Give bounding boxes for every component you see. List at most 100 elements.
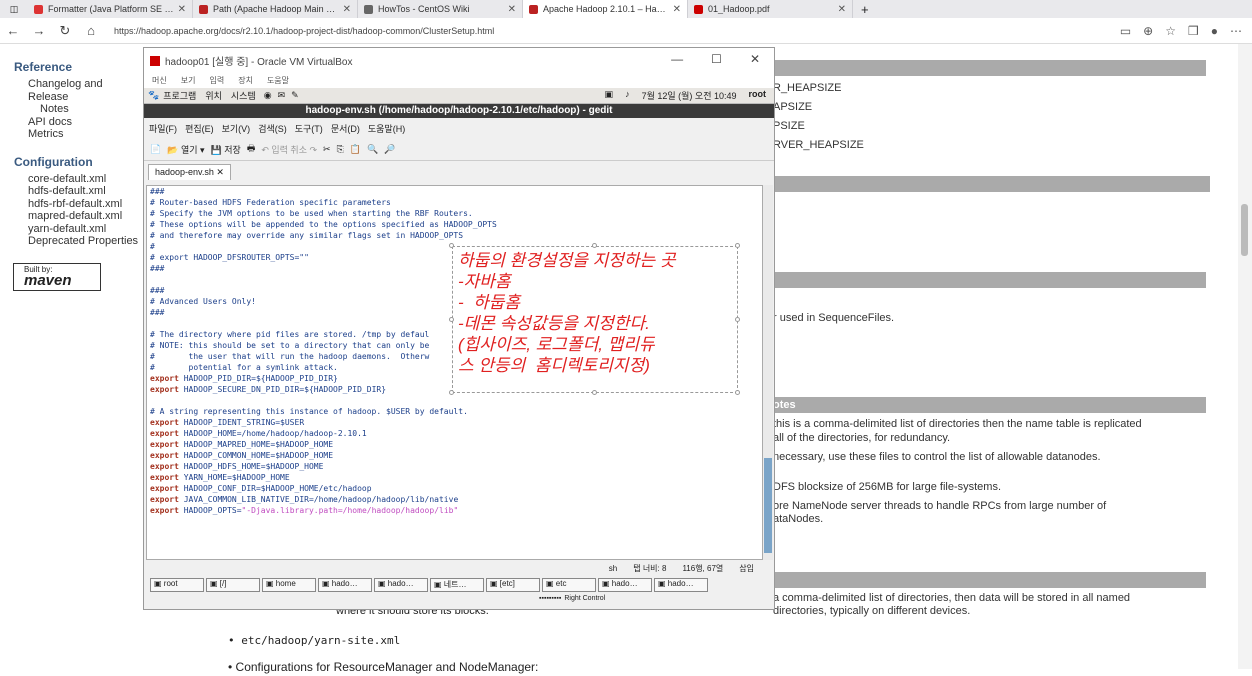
forward-icon[interactable]: → [26, 23, 52, 38]
sidebar-link[interactable]: hdfs-default.xml [28, 185, 145, 198]
copy-icon[interactable]: ⎘ [337, 144, 344, 155]
taskbar-item[interactable]: ▣ 네트… [430, 578, 484, 592]
resize-handle[interactable] [449, 317, 454, 322]
tab-actions-icon[interactable]: ◫ [0, 4, 28, 15]
new-icon[interactable]: 📄 [150, 144, 161, 155]
collections-icon[interactable]: ❒ [1188, 24, 1199, 38]
menu-item[interactable]: 보기(V) [222, 122, 251, 135]
home-icon[interactable]: ⌂ [78, 23, 104, 38]
print-icon[interactable]: 🖶 [247, 141, 256, 157]
taskbar-item[interactable]: ▣ home [262, 578, 316, 592]
file-tab[interactable]: hadoop-env.sh ✕ [148, 164, 231, 180]
sidebar-link[interactable]: core-default.xml [28, 173, 145, 186]
close-tab-icon[interactable]: ✕ [178, 4, 186, 15]
resize-handle[interactable] [449, 243, 454, 248]
save-button[interactable]: 💾 저장 [211, 143, 241, 156]
taskbar-item[interactable]: ▣ hado… [318, 578, 372, 592]
menu-item[interactable]: 도움말 [267, 75, 289, 86]
maximize-icon[interactable]: ☐ [711, 52, 722, 66]
sidebar-link[interactable]: Deprecated Properties [28, 235, 145, 248]
close-tab-icon[interactable]: ✕ [343, 4, 351, 15]
menu-item[interactable]: 편집(E) [185, 122, 214, 135]
menu-item[interactable]: 보기 [181, 75, 196, 86]
menu-item[interactable]: 검색(S) [258, 122, 287, 135]
close-tab-icon[interactable]: ✕ [508, 4, 516, 15]
new-tab-icon[interactable]: + [861, 2, 869, 17]
close-tab-icon[interactable]: ✕ [673, 4, 681, 15]
firefox-icon[interactable]: ◉ [264, 90, 272, 101]
table-header-bar [765, 60, 1206, 76]
taskbar-item[interactable]: ▣ hado… [374, 578, 428, 592]
profile-icon[interactable]: ● [1211, 24, 1218, 38]
notes-icon[interactable]: ✎ [291, 90, 299, 101]
menu-item[interactable]: 파일(F) [149, 122, 177, 135]
volume-icon[interactable]: ♪ [625, 89, 630, 102]
annotation-textbox[interactable]: 하둡의 환경설정을 지정하는 곳 -자바홈 - 하둡홈 -데몬 속성값등을 지정… [452, 246, 738, 393]
menu-item[interactable]: 시스템 [231, 89, 256, 102]
email-icon[interactable]: ✉ [278, 90, 286, 101]
clock[interactable]: 7월 12일 (월) 오전 10:49 [642, 89, 737, 102]
sidebar-link[interactable]: hdfs-rbf-default.xml [28, 198, 145, 211]
menu-icon[interactable]: ⋯ [1230, 24, 1242, 38]
resize-handle[interactable] [592, 390, 597, 395]
taskbar-item[interactable]: ▣ [etc] [486, 578, 540, 592]
sidebar-link[interactable]: Notes [40, 103, 145, 116]
page-scrollbar[interactable] [1238, 44, 1252, 669]
close-tab-icon[interactable]: ✕ [216, 167, 224, 177]
menu-item[interactable]: 프로그램 [163, 89, 196, 102]
close-icon[interactable]: ✕ [750, 52, 760, 66]
maven-logo[interactable]: Built by: maven [13, 263, 101, 291]
resize-handle[interactable] [592, 243, 597, 248]
taskbar-item[interactable]: ▣ hado… [654, 578, 708, 592]
vm-title-text: hadoop01 [실행 중] - Oracle VM VirtualBox [165, 57, 353, 68]
undo-button[interactable]: ↶ 입력 취소 ↷ [261, 143, 317, 156]
paste-icon[interactable]: 📋 [350, 144, 361, 155]
resize-handle[interactable] [449, 390, 454, 395]
language-selector[interactable]: sh [609, 564, 617, 573]
usb-icon[interactable]: ▪▪▪▪▪▪▪▪▪ [539, 595, 561, 602]
code-token: ### [150, 264, 165, 273]
taskbar-item[interactable]: ▣ root [150, 578, 204, 592]
menu-item[interactable]: 머신 [152, 75, 167, 86]
editor-scrollbar[interactable] [763, 185, 773, 560]
sidebar-link[interactable]: mapred-default.xml [28, 210, 145, 223]
sidebar-link[interactable]: Metrics [28, 128, 145, 141]
taskbar-item[interactable]: ▣ hado… [598, 578, 652, 592]
menu-item[interactable]: 도구(T) [295, 122, 323, 135]
replace-icon[interactable]: 🔎 [384, 144, 395, 155]
url-input[interactable]: https://hadoop.apache.org/docs/r2.10.1/h… [114, 26, 494, 36]
table-cell: ore NameNode server threads to handle RP… [773, 500, 1107, 512]
cut-icon[interactable]: ✂ [323, 144, 331, 155]
sidebar-link[interactable]: API docs [28, 116, 145, 129]
user-label[interactable]: root [749, 89, 767, 102]
menu-item[interactable]: 장치 [238, 75, 253, 86]
browser-tab[interactable]: HowTos - CentOS Wiki ✕ [358, 0, 523, 18]
sidebar-link[interactable]: Changelog and Release [28, 78, 145, 103]
favorite-icon[interactable]: ☆ [1165, 24, 1176, 38]
reader-icon[interactable]: ▭ [1120, 24, 1131, 38]
menu-item[interactable]: 도움말(H) [368, 122, 405, 135]
menu-item[interactable]: 위치 [205, 89, 222, 102]
zoom-icon[interactable]: ⊕ [1143, 24, 1153, 38]
close-tab-icon[interactable]: ✕ [838, 4, 846, 15]
doc-bullet-yarn[interactable]: • etc/hadoop/yarn-site.xml [228, 634, 400, 647]
taskbar-item[interactable]: ▣ etc [542, 578, 596, 592]
sidebar-link[interactable]: yarn-default.xml [28, 223, 145, 236]
reload-icon[interactable]: ↻ [52, 23, 78, 39]
back-icon[interactable]: ← [0, 23, 26, 38]
resize-handle[interactable] [735, 243, 740, 248]
resize-handle[interactable] [735, 317, 740, 322]
open-button[interactable]: 📂 열기 ▾ [167, 143, 204, 156]
browser-tab[interactable]: Apache Hadoop 2.10.1 – Hadoop... ✕ [523, 0, 688, 18]
tab-width-selector[interactable]: 탭 너비: 8 [633, 563, 666, 574]
browser-tab[interactable]: Formatter (Java Platform SE 8 ) ✕ [28, 0, 193, 18]
table-cell: necessary, use these files to control th… [773, 451, 1101, 463]
find-icon[interactable]: 🔍 [367, 144, 378, 155]
minimize-icon[interactable]: — [671, 52, 683, 66]
resize-handle[interactable] [735, 390, 740, 395]
menu-item[interactable]: 입력 [209, 75, 224, 86]
browser-tab[interactable]: 01_Hadoop.pdf ✕ [688, 0, 853, 18]
taskbar-item[interactable]: ▣ [/] [206, 578, 260, 592]
browser-tab[interactable]: Path (Apache Hadoop Main 2.10... ✕ [193, 0, 358, 18]
menu-item[interactable]: 문서(D) [331, 122, 360, 135]
